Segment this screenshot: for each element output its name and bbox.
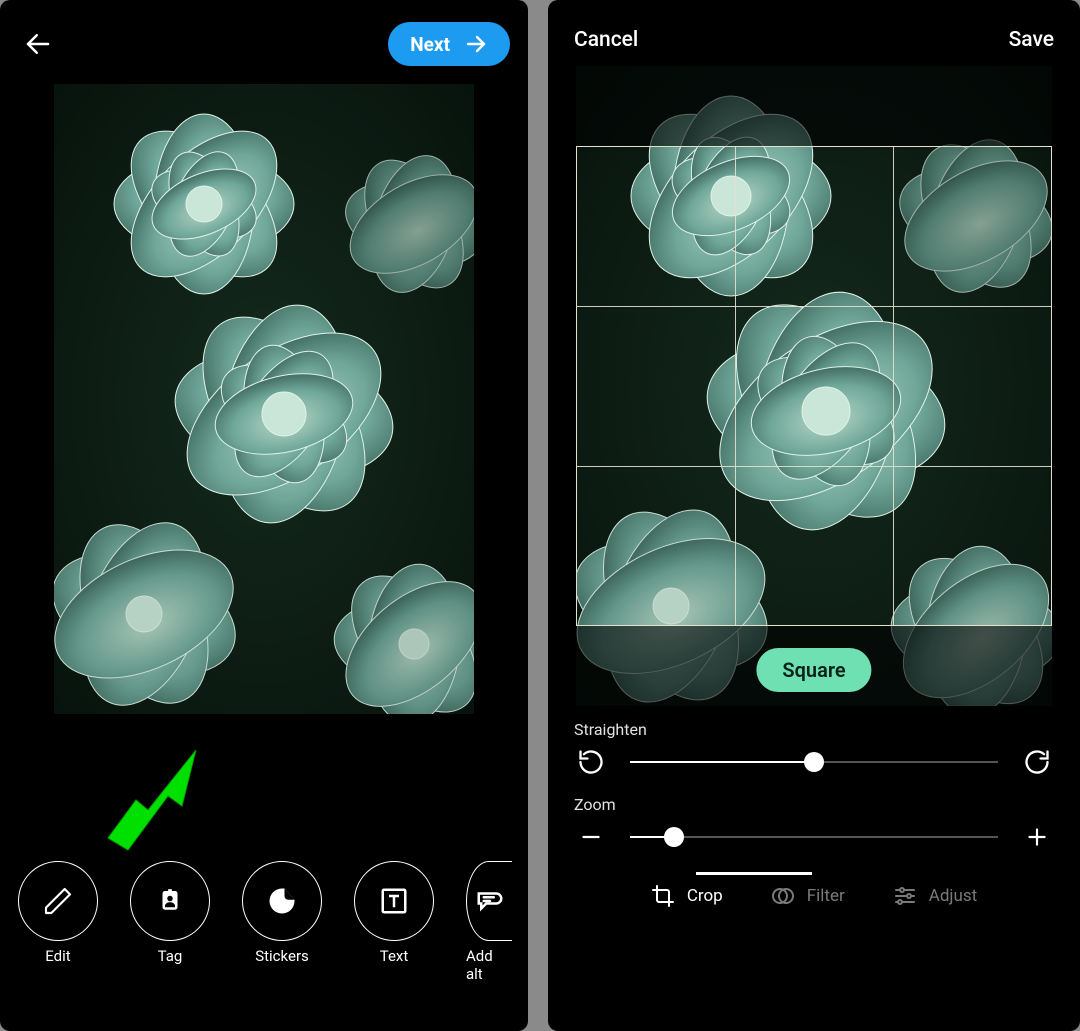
aspect-square-pill[interactable]: Square <box>756 648 871 692</box>
tab-filter-label: Filter <box>807 886 845 906</box>
image-preview[interactable] <box>0 84 528 714</box>
next-button[interactable]: Next <box>388 22 510 66</box>
tool-stickers[interactable]: Stickers <box>242 861 322 983</box>
tab-adjust[interactable]: Adjust <box>893 884 977 908</box>
compose-screen: Next <box>0 0 528 1031</box>
filter-icon <box>771 884 795 908</box>
rotate-ccw-button[interactable] <box>574 745 608 779</box>
tool-text[interactable]: Text <box>354 861 434 983</box>
tag-person-icon <box>155 886 185 916</box>
tool-row: Edit Tag Stickers Text Add alt <box>18 861 528 983</box>
crop-canvas[interactable]: Square <box>576 66 1052 706</box>
plus-icon <box>1024 824 1050 850</box>
tool-text-label: Text <box>380 947 409 965</box>
save-button[interactable]: Save <box>1009 28 1054 52</box>
sticker-icon <box>267 886 297 916</box>
controls-area: Straighten Zoom <box>548 706 1080 854</box>
alt-text-icon <box>475 886 505 916</box>
zoom-out-button[interactable] <box>574 820 608 854</box>
editor-tabs: Crop Filter Adjust <box>548 870 1080 930</box>
back-button[interactable] <box>18 24 58 64</box>
next-button-label: Next <box>410 33 450 56</box>
right-header: Cancel Save <box>548 0 1080 60</box>
tool-edit-label: Edit <box>45 947 70 965</box>
rotate-cw-button[interactable] <box>1020 745 1054 779</box>
tab-crop-label: Crop <box>687 886 723 906</box>
tab-crop[interactable]: Crop <box>651 884 723 908</box>
sliders-icon <box>893 884 917 908</box>
minus-icon <box>578 824 604 850</box>
straighten-slider[interactable] <box>630 748 998 776</box>
zoom-in-button[interactable] <box>1020 820 1054 854</box>
zoom-slider[interactable] <box>630 823 998 851</box>
rotate-cw-icon <box>1023 748 1051 776</box>
straighten-row <box>574 745 1054 779</box>
crop-dim-top <box>576 66 1052 146</box>
zoom-label: Zoom <box>574 795 1054 814</box>
rotate-ccw-icon <box>577 748 605 776</box>
arrow-left-icon <box>23 29 53 59</box>
text-icon <box>379 886 409 916</box>
photo-content <box>54 84 474 714</box>
tool-edit[interactable]: Edit <box>18 861 98 983</box>
tool-add-alt[interactable]: Add alt <box>466 861 512 983</box>
crop-icon <box>651 884 675 908</box>
straighten-label: Straighten <box>574 720 1054 739</box>
zoom-row <box>574 820 1054 854</box>
tool-stickers-label: Stickers <box>255 947 309 965</box>
tab-adjust-label: Adjust <box>929 886 977 906</box>
tool-add-alt-label: Add alt <box>466 947 512 983</box>
tool-tag-label: Tag <box>158 947 183 965</box>
tool-tag[interactable]: Tag <box>130 861 210 983</box>
left-header: Next <box>0 0 528 78</box>
aspect-square-label: Square <box>782 658 845 682</box>
crop-editor-screen: Cancel Save <box>548 0 1080 1031</box>
crop-frame[interactable] <box>576 146 1052 626</box>
annotation-arrow <box>90 742 210 862</box>
tab-indicator <box>696 872 812 875</box>
cancel-button[interactable]: Cancel <box>574 28 638 52</box>
pencil-icon <box>42 885 74 917</box>
tab-filter[interactable]: Filter <box>771 884 845 908</box>
arrow-right-icon <box>464 32 488 56</box>
